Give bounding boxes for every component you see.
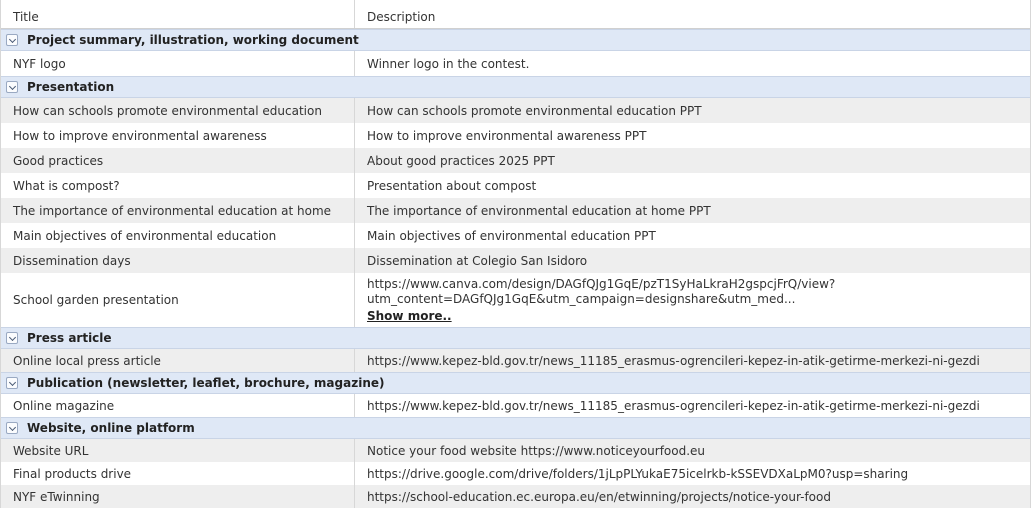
cell-description: Dissemination at Colegio San Isidoro: [367, 253, 588, 268]
table-row[interactable]: The importance of environmental educatio…: [1, 198, 1030, 223]
table-row[interactable]: Final products drive https://drive.googl…: [1, 462, 1030, 485]
chevron-down-icon[interactable]: [6, 81, 18, 93]
table-row[interactable]: How can schools promote environmental ed…: [1, 98, 1030, 123]
table-row[interactable]: School garden presentation https://www.c…: [1, 273, 1030, 327]
cell-description: Winner logo in the contest.: [367, 56, 530, 71]
cell-description: Main objectives of environmental educati…: [367, 228, 656, 243]
cell-title: How can schools promote environmental ed…: [1, 98, 355, 123]
cell-title: Final products drive: [1, 462, 355, 485]
chevron-down-icon[interactable]: [6, 422, 18, 434]
cell-description: The importance of environmental educatio…: [367, 203, 711, 218]
table-row[interactable]: Dissemination days Dissemination at Cole…: [1, 248, 1030, 273]
cell-description: Presentation about compost: [367, 178, 537, 193]
group-header-presentation[interactable]: Presentation: [1, 76, 1030, 98]
cell-title: NYF eTwinning: [1, 485, 355, 508]
chevron-down-icon[interactable]: [6, 332, 18, 344]
table-row[interactable]: Good practices About good practices 2025…: [1, 148, 1030, 173]
description-line: utm_content=DAGfQJg1GqE&utm_campaign=des…: [367, 292, 796, 306]
table-row[interactable]: NYF logo Winner logo in the contest.: [1, 51, 1030, 76]
cell-title: Dissemination days: [1, 248, 355, 273]
table-row[interactable]: NYF eTwinning https://school-education.e…: [1, 485, 1030, 508]
group-header-website[interactable]: Website, online platform: [1, 417, 1030, 439]
table-row[interactable]: Website URL Notice your food website htt…: [1, 439, 1030, 462]
table-row[interactable]: How to improve environmental awareness H…: [1, 123, 1030, 148]
cell-description: https://www.kepez-bld.gov.tr/news_11185_…: [367, 398, 980, 413]
cell-title: What is compost?: [1, 173, 355, 198]
cell-description: About good practices 2025 PPT: [367, 153, 555, 168]
cell-title: Online magazine: [1, 394, 355, 417]
table-row[interactable]: Online local press article https://www.k…: [1, 349, 1030, 372]
cell-description: https://www.canva.com/design/DAGfQJg1GqE…: [355, 273, 1030, 327]
group-title: Press article: [27, 331, 112, 345]
group-title: Project summary, illustration, working d…: [27, 33, 359, 47]
show-more-link[interactable]: Show more..: [367, 309, 452, 324]
grid-header: Title Description: [1, 0, 1030, 29]
cell-title: The importance of environmental educatio…: [1, 198, 355, 223]
group-header-project-summary[interactable]: Project summary, illustration, working d…: [1, 29, 1030, 51]
group-header-press-article[interactable]: Press article: [1, 327, 1030, 349]
cell-title: NYF logo: [1, 51, 355, 76]
data-grid: Title Description Project summary, illus…: [0, 0, 1031, 508]
cell-title: Online local press article: [1, 349, 355, 372]
description-line: https://www.canva.com/design/DAGfQJg1GqE…: [367, 277, 836, 291]
cell-description: Notice your food website https://www.not…: [367, 443, 706, 458]
table-row[interactable]: What is compost? Presentation about comp…: [1, 173, 1030, 198]
cell-title: Website URL: [1, 439, 355, 462]
group-title: Publication (newsletter, leaflet, brochu…: [27, 376, 385, 390]
cell-title: Good practices: [1, 148, 355, 173]
group-title: Presentation: [27, 80, 115, 94]
cell-description: https://school-education.ec.europa.eu/en…: [367, 489, 831, 504]
chevron-down-icon[interactable]: [6, 34, 18, 46]
cell-description: How can schools promote environmental ed…: [367, 103, 702, 118]
cell-description: https://www.kepez-bld.gov.tr/news_11185_…: [367, 353, 980, 368]
cell-description: https://drive.google.com/drive/folders/1…: [367, 466, 909, 481]
chevron-down-icon[interactable]: [6, 377, 18, 389]
table-row[interactable]: Main objectives of environmental educati…: [1, 223, 1030, 248]
column-header-title[interactable]: Title: [1, 0, 355, 28]
table-row[interactable]: Online magazine https://www.kepez-bld.go…: [1, 394, 1030, 417]
cell-title: How to improve environmental awareness: [1, 123, 355, 148]
cell-description: How to improve environmental awareness P…: [367, 128, 647, 143]
group-title: Website, online platform: [27, 421, 195, 435]
cell-title: Main objectives of environmental educati…: [1, 223, 355, 248]
column-header-description[interactable]: Description: [355, 0, 1030, 28]
group-header-publication[interactable]: Publication (newsletter, leaflet, brochu…: [1, 372, 1030, 394]
cell-title: School garden presentation: [1, 273, 355, 327]
